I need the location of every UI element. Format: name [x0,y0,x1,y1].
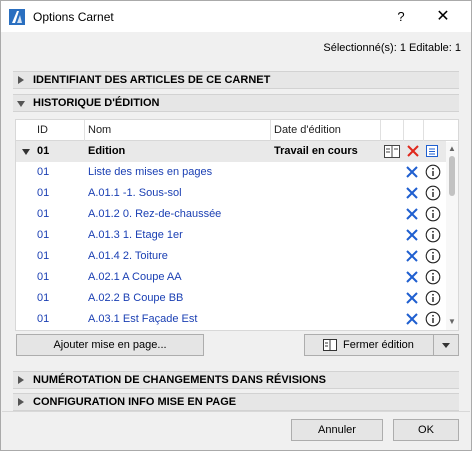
remove-x-icon[interactable] [405,207,419,221]
divider [2,411,470,412]
table-header: ID Nom Date d'édition [16,120,458,141]
column-divider[interactable] [403,120,404,141]
header-id[interactable]: ID [37,124,48,136]
table-row[interactable]: 01 A.03.1 Est Façade Est [16,309,446,330]
table-row[interactable]: 01 Liste des mises en pages [16,162,446,183]
row-name: A.01.2 0. Rez-de-chaussée [88,208,222,220]
expand-arrow-icon [18,398,24,406]
row-id: 01 [37,187,50,199]
info-icon[interactable] [425,185,441,201]
row-name: A.02.1 A Coupe AA [88,271,182,283]
row-name: A.03.1 Est Façade Est [88,313,198,325]
column-divider[interactable] [423,120,424,141]
group-row[interactable]: 01 Edition Travail en cours [16,141,446,162]
close-edition-dropdown[interactable] [433,334,459,356]
row-name: Liste des mises en pages [88,166,213,178]
add-layout-button[interactable]: Ajouter mise en page... [16,334,204,356]
delete-red-x-icon[interactable] [406,144,420,158]
chevron-down-icon [442,343,450,348]
collapse-arrow-icon[interactable] [22,149,30,155]
section-numerotation[interactable]: NUMÉROTATION DE CHANGEMENTS DANS RÉVISIO… [13,371,459,389]
row-id: 01 [37,292,50,304]
table-row[interactable]: 01 A.01.4 2. Toiture [16,246,446,267]
section-label: NUMÉROTATION DE CHANGEMENTS DANS RÉVISIO… [33,374,326,386]
title-bar: Options Carnet ? ✕ [1,1,471,32]
section-label: CONFIGURATION INFO MISE EN PAGE [33,396,237,408]
table-row[interactable]: 01 A.01.3 1. Etage 1er [16,225,446,246]
remove-x-icon[interactable] [405,228,419,242]
row-name: A.01.1 -1. Sous-sol [88,187,182,199]
row-id: 01 [37,229,50,241]
book-icon [323,339,337,351]
column-divider[interactable] [270,120,271,141]
expand-arrow-icon [18,376,24,384]
row-id: 01 [37,313,50,325]
table-row[interactable]: 01 A.01.1 -1. Sous-sol [16,183,446,204]
group-name: Edition [88,145,126,157]
scroll-down-icon[interactable]: ▼ [448,317,456,326]
header-date[interactable]: Date d'édition [274,124,341,136]
window-title: Options Carnet [33,10,114,24]
table-row[interactable]: 01 A.02.2 B Coupe BB [16,288,446,309]
row-id: 01 [37,166,50,178]
scroll-up-icon[interactable]: ▲ [448,144,456,153]
scrollbar-thumb[interactable] [449,156,455,196]
close-window-button[interactable]: ✕ [426,5,460,29]
header-nom[interactable]: Nom [88,124,111,136]
table-row[interactable]: 01 A.01.2 0. Rez-de-chaussée [16,204,446,225]
section-configuration[interactable]: CONFIGURATION INFO MISE EN PAGE [13,393,459,411]
vertical-scrollbar[interactable]: ▲ ▼ [446,142,458,330]
book-edit-icon[interactable] [384,145,400,158]
row-name: A.01.4 2. Toiture [88,250,168,262]
remove-x-icon[interactable] [405,270,419,284]
expand-arrow-icon [18,76,24,84]
selection-status: Sélectionné(s): 1 Editable: 1 [323,42,461,54]
section-label: IDENTIFIANT DES ARTICLES DE CE CARNET [33,74,271,86]
list-info-icon[interactable] [426,145,438,157]
section-identifiant[interactable]: IDENTIFIANT DES ARTICLES DE CE CARNET [13,71,459,89]
archicad-app-icon [9,9,25,25]
remove-x-icon[interactable] [405,291,419,305]
info-icon[interactable] [425,248,441,264]
table-row[interactable]: 01 A.02.1 A Coupe AA [16,267,446,288]
close-edition-label: Fermer édition [343,339,414,351]
section-label: HISTORIQUE D'ÉDITION [33,97,160,109]
close-edition-button[interactable]: Fermer édition [304,334,434,356]
edition-history-table: ID Nom Date d'édition 01 Edition Travail… [15,119,459,331]
collapse-arrow-icon [17,101,25,107]
row-name: A.01.3 1. Etage 1er [88,229,183,241]
options-carnet-dialog: Options Carnet ? ✕ Sélectionné(s): 1 Edi… [0,0,472,451]
info-icon[interactable] [425,290,441,306]
info-icon[interactable] [425,269,441,285]
info-icon[interactable] [425,227,441,243]
cancel-button[interactable]: Annuler [291,419,383,441]
column-divider[interactable] [380,120,381,141]
ok-button[interactable]: OK [393,419,459,441]
row-name: A.02.2 B Coupe BB [88,292,184,304]
section-historique[interactable]: HISTORIQUE D'ÉDITION [13,94,459,112]
info-icon[interactable] [425,164,441,180]
group-id: 01 [37,145,50,157]
remove-x-icon[interactable] [405,165,419,179]
remove-x-icon[interactable] [405,312,419,326]
info-icon[interactable] [425,311,441,327]
row-id: 01 [37,250,50,262]
help-button[interactable]: ? [386,7,416,27]
remove-x-icon[interactable] [405,249,419,263]
group-date: Travail en cours [274,145,358,157]
info-icon[interactable] [425,206,441,222]
column-divider[interactable] [84,120,85,141]
row-id: 01 [37,208,50,220]
remove-x-icon[interactable] [405,186,419,200]
row-id: 01 [37,271,50,283]
